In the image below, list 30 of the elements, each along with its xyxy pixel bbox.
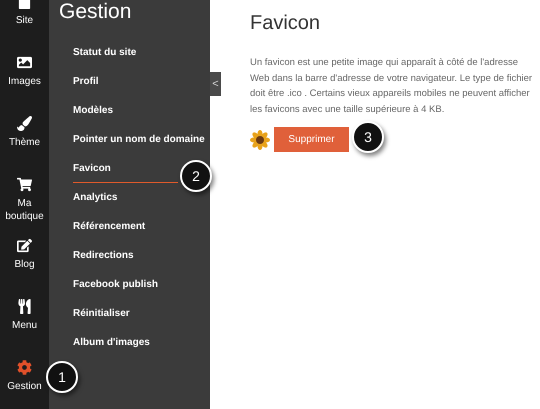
description: Un favicon est une petite image qui apparaît à côté de l'adresse Web dans la barre d'adresse de votre navigateur. Le type de fichier doit être .ico . Certains vieux appareils mobiles ne peuvent afficher les favicons avec une taille supérieure à 4 KB.	[250, 56, 534, 116]
delete-button[interactable]: Supprimer	[274, 127, 349, 152]
settings-icon[interactable]	[17, 360, 32, 375]
cart-icon[interactable]	[17, 177, 32, 192]
menu-item[interactable]: Pointer un nom de domaine	[73, 125, 210, 154]
collapse-tab[interactable]: <	[210, 72, 221, 96]
nav-label[interactable]: Images	[8, 75, 41, 88]
menu-item[interactable]: Profil	[73, 67, 210, 96]
menu-item[interactable]: Album d'images	[73, 328, 210, 357]
panel-title: Gestion	[58, 0, 132, 25]
nav-label[interactable]: Gestion	[7, 380, 42, 393]
menu-item[interactable]: Favicon	[73, 154, 178, 183]
nav-label[interactable]: Menu	[12, 319, 37, 332]
nav-label[interactable]: Ma boutique	[0, 197, 49, 223]
menu-item[interactable]: Référencement	[73, 212, 210, 241]
edit-icon[interactable]	[16, 238, 32, 253]
menu-item[interactable]: Statut du site	[73, 38, 210, 67]
nav-label[interactable]: Site	[16, 14, 34, 27]
menu-item[interactable]: Facebook publish	[73, 270, 210, 299]
page-title: Favicon	[250, 12, 322, 35]
cutlery-icon[interactable]	[16, 299, 32, 314]
menu-item[interactable]: Réinitialiser	[73, 299, 210, 328]
menu-item[interactable]: Modèles	[73, 96, 210, 125]
brush-icon[interactable]	[17, 116, 32, 131]
nav-label[interactable]: Blog	[14, 258, 34, 271]
sunflower-icon	[250, 130, 270, 150]
nav-label[interactable]: Thème	[8, 136, 40, 149]
image-icon[interactable]	[16, 55, 32, 70]
step-marker: 3	[352, 121, 384, 153]
menu-item[interactable]: Redirections	[73, 241, 210, 270]
